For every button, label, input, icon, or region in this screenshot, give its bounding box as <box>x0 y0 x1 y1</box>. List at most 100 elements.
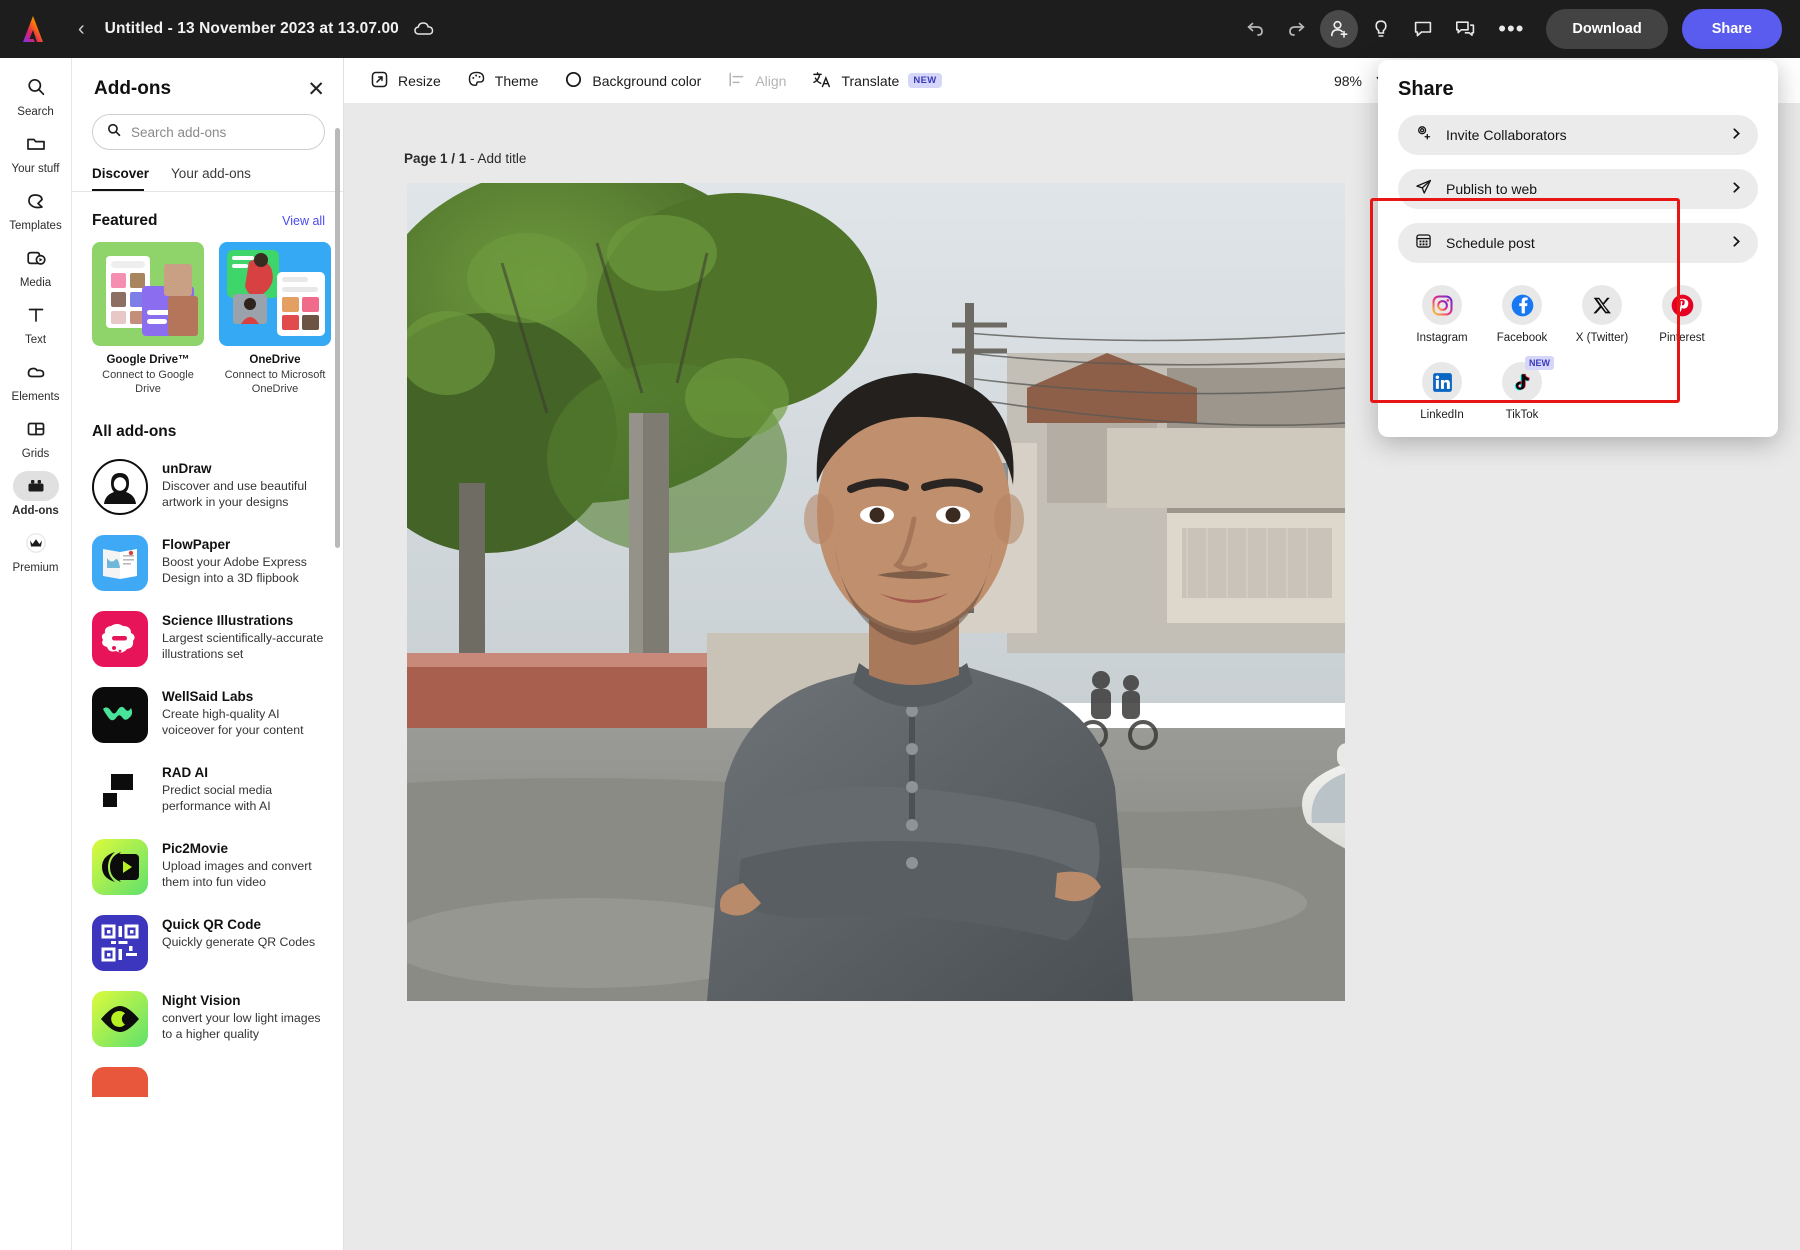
list-item-text: Pic2Movie Upload images and convert them… <box>162 839 327 890</box>
schedule-post-row[interactable]: Schedule post <box>1398 223 1758 263</box>
search-box[interactable] <box>92 114 325 150</box>
align-label: Align <box>755 73 786 89</box>
list-item[interactable] <box>72 1057 343 1097</box>
lightbulb-icon[interactable] <box>1362 10 1400 48</box>
search-input[interactable] <box>131 125 311 140</box>
search-icon <box>13 72 59 102</box>
share-facebook[interactable]: Facebook <box>1482 285 1562 344</box>
paper-plane-icon <box>1414 177 1433 201</box>
view-all-link[interactable]: View all <box>282 214 325 228</box>
rail-item-your-stuff[interactable]: Your stuff <box>4 129 68 175</box>
add-on-desc: convert your low light images to a highe… <box>162 1010 327 1042</box>
list-item[interactable]: Pic2Movie Upload images and convert them… <box>72 829 343 905</box>
featured-card-name: OneDrive <box>219 354 331 366</box>
circle-outline-icon <box>564 70 583 92</box>
rail-item-media[interactable]: Media <box>4 243 68 289</box>
add-on-desc: Discover and use beautiful artwork in yo… <box>162 478 327 510</box>
undraw-avatar-icon <box>92 459 148 515</box>
rail-label: Add-ons <box>12 505 59 517</box>
list-item[interactable]: FlowPaper Boost your Adobe Express Desig… <box>72 525 343 601</box>
rail-item-premium[interactable]: Premium <box>4 528 68 574</box>
rail-item-templates[interactable]: Templates <box>4 186 68 232</box>
featured-card-google-drive[interactable]: Google Drive™ Connect to Google Drive <box>92 242 204 397</box>
theme-label: Theme <box>495 73 539 89</box>
social-label: Pinterest <box>1642 332 1722 344</box>
social-label: TikTok <box>1482 409 1562 421</box>
wellsaid-w-icon <box>92 687 148 743</box>
share-x-twitter[interactable]: X (Twitter) <box>1562 285 1642 344</box>
rail-item-search[interactable]: Search <box>4 72 68 118</box>
artboard[interactable] <box>407 183 1345 1001</box>
featured-card-onedrive[interactable]: OneDrive Connect to Microsoft OneDrive <box>219 242 331 397</box>
share-linkedin[interactable]: LinkedIn <box>1402 362 1482 421</box>
share-panel-title: Share <box>1398 78 1454 101</box>
adobe-express-logo-icon[interactable] <box>16 12 50 46</box>
background-color-button[interactable]: Background color <box>564 70 701 92</box>
download-button[interactable]: Download <box>1546 9 1667 49</box>
list-item[interactable]: RAD AI Predict social media performance … <box>72 753 343 829</box>
resize-label: Resize <box>398 73 441 89</box>
add-on-name: Science Illustrations <box>162 613 327 628</box>
panel-scrollbar[interactable] <box>335 128 340 548</box>
search-container <box>72 100 343 150</box>
background-color-label: Background color <box>592 73 701 89</box>
chevron-right-icon <box>1731 127 1742 143</box>
page-label[interactable]: Page 1 / 1 - Add title <box>404 151 526 166</box>
list-item[interactable]: unDraw Discover and use beautiful artwor… <box>72 449 343 525</box>
top-bar-actions: ••• Download Share <box>1236 9 1800 49</box>
folder-icon <box>13 129 59 159</box>
theme-button[interactable]: Theme <box>467 70 539 92</box>
redo-icon[interactable] <box>1278 10 1316 48</box>
zoom-level: 98% <box>1334 73 1362 89</box>
list-item[interactable]: Science Illustrations Largest scientific… <box>72 601 343 677</box>
featured-card-desc: Connect to Microsoft OneDrive <box>219 368 331 397</box>
x-twitter-icon <box>1582 285 1622 325</box>
chat-bubbles-icon[interactable] <box>1446 10 1484 48</box>
list-item[interactable]: Night Vision convert your low light imag… <box>72 981 343 1057</box>
list-item[interactable]: WellSaid Labs Create high-quality AI voi… <box>72 677 343 753</box>
list-item[interactable]: Quick QR Code Quickly generate QR Codes <box>72 905 343 981</box>
list-item-text: FlowPaper Boost your Adobe Express Desig… <box>162 535 327 586</box>
rail-item-elements[interactable]: Elements <box>4 357 68 403</box>
list-item-text: Night Vision convert your low light imag… <box>162 991 327 1042</box>
tab-your-add-ons[interactable]: Your add-ons <box>171 166 251 191</box>
comment-icon[interactable] <box>1404 10 1442 48</box>
add-ons-panel: Add-ons ✕ Discover Your add-ons Featured… <box>72 58 344 1250</box>
add-on-desc: Boost your Adobe Express Design into a 3… <box>162 554 327 586</box>
qr-code-icon <box>92 915 148 971</box>
publish-to-web-row[interactable]: Publish to web <box>1398 169 1758 209</box>
media-icon <box>13 243 59 273</box>
undo-icon[interactable] <box>1236 10 1274 48</box>
invite-collaborators-row[interactable]: Invite Collaborators <box>1398 115 1758 155</box>
panel-header: Add-ons ✕ <box>72 58 343 100</box>
more-options-button[interactable]: ••• <box>1488 16 1534 42</box>
invite-collaborators-label: Invite Collaborators <box>1446 127 1567 143</box>
add-person-icon[interactable] <box>1320 10 1358 48</box>
back-button[interactable]: ‹ <box>72 15 91 43</box>
rail-label: Media <box>20 277 51 289</box>
list-item-text: WellSaid Labs Create high-quality AI voi… <box>162 687 327 738</box>
social-platforms: Instagram Facebook X (Twitter) <box>1398 263 1758 439</box>
share-button[interactable]: Share <box>1682 9 1782 49</box>
rail-item-grids[interactable]: Grids <box>4 414 68 460</box>
share-instagram[interactable]: Instagram <box>1402 285 1482 344</box>
featured-header: Featured View all <box>72 192 343 230</box>
adobe-express-editor: ‹ Untitled - 13 November 2023 at 13.07.0… <box>0 0 1800 1250</box>
calendar-icon <box>1414 231 1433 255</box>
publish-to-web-label: Publish to web <box>1446 181 1537 197</box>
share-pinterest[interactable]: Pinterest <box>1642 285 1722 344</box>
close-icon[interactable]: ✕ <box>307 79 325 100</box>
share-tiktok[interactable]: NEW TikTok <box>1482 362 1562 421</box>
rail-label: Grids <box>22 448 49 460</box>
add-on-name: Pic2Movie <box>162 841 327 856</box>
tab-discover[interactable]: Discover <box>92 166 149 191</box>
featured-card-desc: Connect to Google Drive <box>92 368 204 397</box>
page-label-title: - Add title <box>466 151 526 166</box>
translate-new-badge: NEW <box>908 73 941 88</box>
rail-item-text[interactable]: Text <box>4 300 68 346</box>
rail-item-add-ons[interactable]: Add-ons <box>4 471 68 517</box>
rad-squares-icon <box>92 763 148 819</box>
translate-button[interactable]: Translate NEW <box>812 70 941 92</box>
grids-icon <box>13 414 59 444</box>
resize-button[interactable]: Resize <box>370 70 441 92</box>
